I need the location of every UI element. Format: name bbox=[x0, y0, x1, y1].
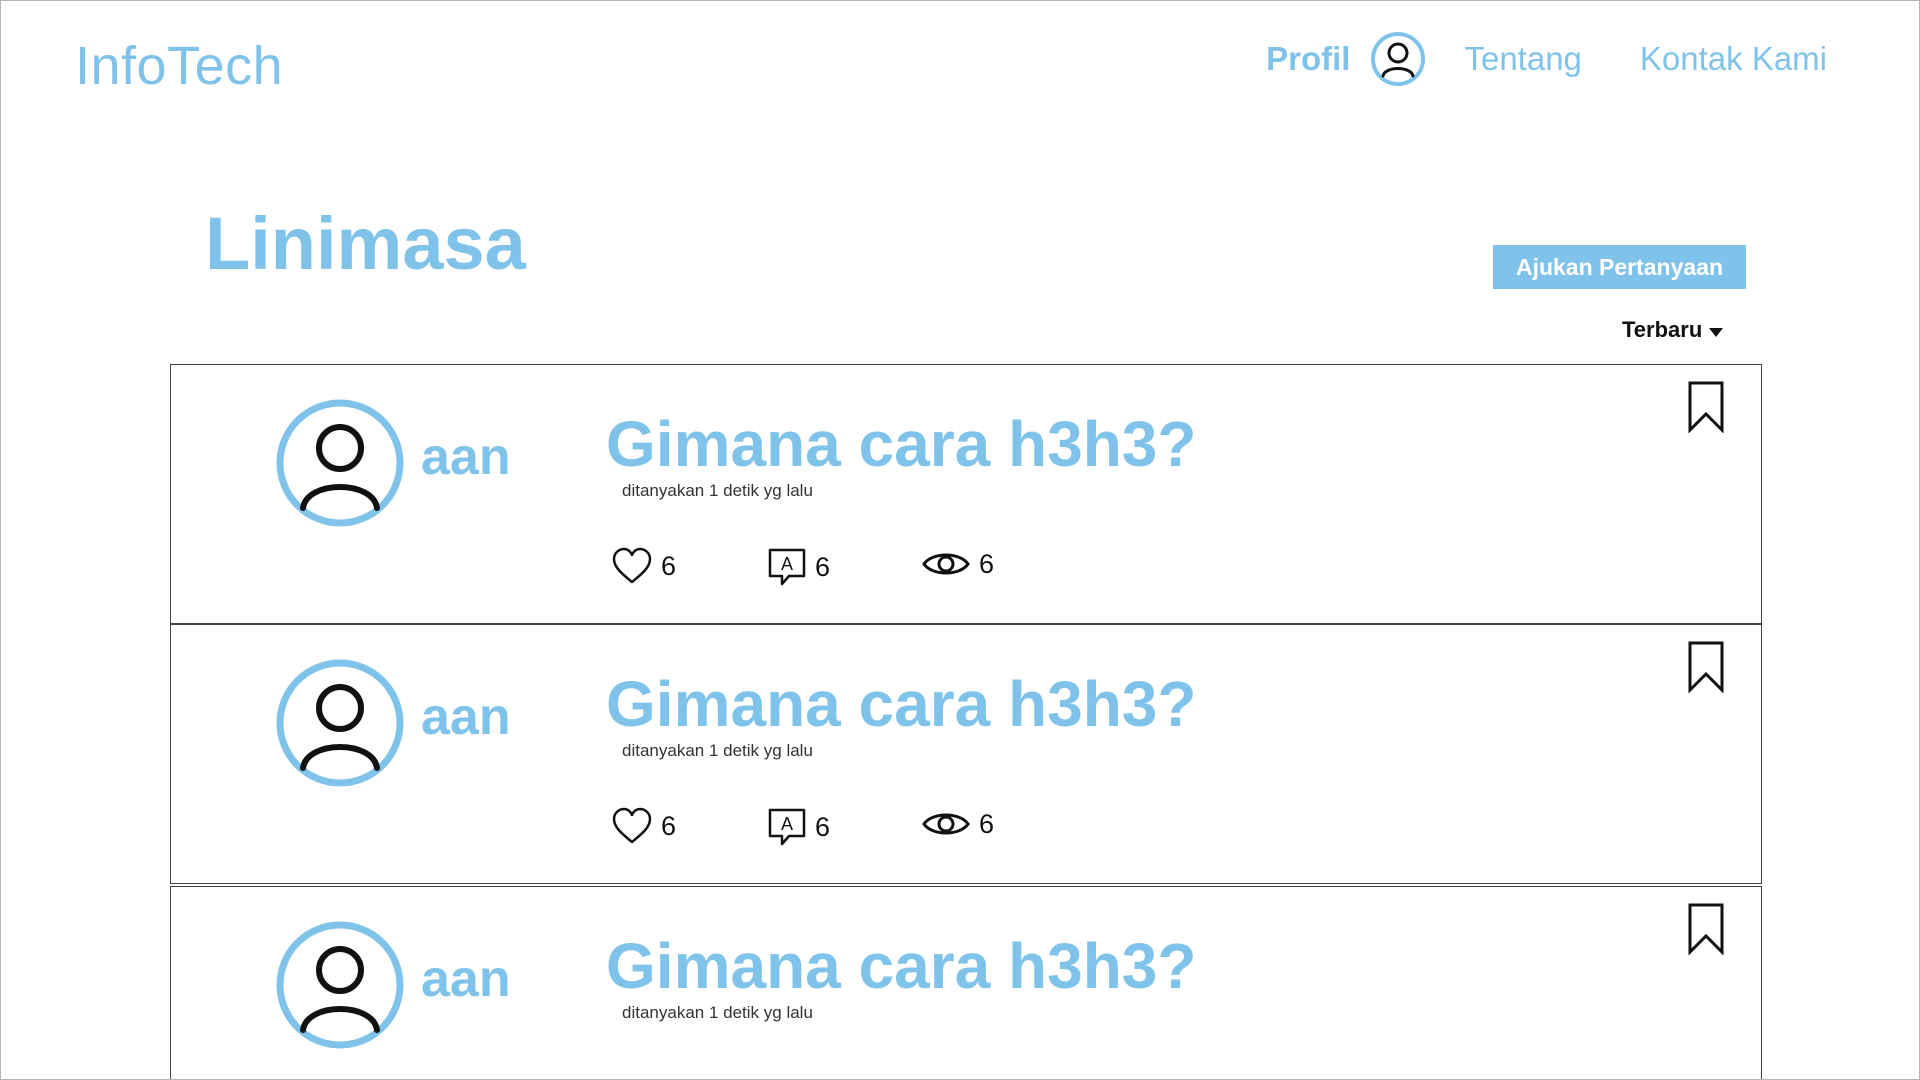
bookmark-icon[interactable] bbox=[1687, 903, 1725, 955]
bookmark-icon[interactable] bbox=[1687, 641, 1725, 693]
bookmark-icon[interactable] bbox=[1687, 381, 1725, 433]
page: InfoTech Profil Tentang Kontak Kami Lini… bbox=[0, 0, 1920, 1080]
author-name[interactable]: aan bbox=[421, 427, 511, 487]
question-card[interactable]: aan Gimana cara h3h3? ditanyakan 1 detik… bbox=[170, 886, 1762, 1079]
user-avatar-icon[interactable] bbox=[275, 398, 405, 528]
question-card[interactable]: aan Gimana cara h3h3? ditanyakan 1 detik… bbox=[170, 624, 1762, 884]
brand-logo[interactable]: InfoTech bbox=[75, 35, 283, 97]
heart-icon[interactable] bbox=[611, 807, 653, 845]
eye-icon bbox=[922, 553, 970, 575]
profile-avatar-icon[interactable] bbox=[1370, 31, 1426, 87]
like-stat[interactable]: 6 bbox=[611, 807, 676, 845]
svg-text:A: A bbox=[781, 554, 793, 574]
view-count: 6 bbox=[979, 808, 995, 839]
question-timestamp: ditanyakan 1 detik yg lalu bbox=[622, 1003, 813, 1022]
question-timestamp: ditanyakan 1 detik yg lalu bbox=[622, 481, 813, 500]
view-stat: 6 bbox=[921, 547, 994, 581]
answer-bubble-icon[interactable]: A bbox=[767, 807, 807, 847]
page-title: Linimasa bbox=[205, 202, 526, 285]
nav-profile[interactable]: Profil bbox=[1266, 31, 1464, 87]
caret-down-icon[interactable] bbox=[1709, 327, 1724, 337]
nav-profile-label[interactable]: Profil bbox=[1266, 40, 1350, 78]
question-title[interactable]: Gimana cara h3h3? bbox=[606, 929, 1196, 1003]
top-navigation: Profil Tentang Kontak Kami bbox=[1266, 31, 1827, 87]
sort-dropdown[interactable]: Terbaru bbox=[1622, 317, 1724, 343]
user-avatar-icon[interactable] bbox=[275, 658, 405, 788]
sort-label[interactable]: Terbaru bbox=[1622, 317, 1702, 343]
eye-icon bbox=[922, 813, 970, 835]
answer-stat[interactable]: A 6 bbox=[767, 807, 830, 847]
question-feed: aan Gimana cara h3h3? ditanyakan 1 detik… bbox=[170, 364, 1762, 1079]
ask-question-button[interactable]: Ajukan Pertanyaan bbox=[1493, 245, 1746, 289]
answer-count: 6 bbox=[815, 551, 831, 582]
question-title[interactable]: Gimana cara h3h3? bbox=[606, 407, 1196, 481]
question-title[interactable]: Gimana cara h3h3? bbox=[606, 667, 1196, 741]
author-name[interactable]: aan bbox=[421, 949, 511, 1009]
view-count: 6 bbox=[979, 548, 995, 579]
view-stat: 6 bbox=[921, 807, 994, 841]
like-count: 6 bbox=[661, 810, 677, 841]
heart-icon[interactable] bbox=[611, 547, 653, 585]
svg-text:A: A bbox=[781, 814, 793, 834]
like-count: 6 bbox=[661, 550, 677, 581]
author-name[interactable]: aan bbox=[421, 687, 511, 747]
like-stat[interactable]: 6 bbox=[611, 547, 676, 585]
user-avatar-icon[interactable] bbox=[275, 920, 405, 1050]
nav-contact-link[interactable]: Kontak Kami bbox=[1640, 40, 1827, 78]
nav-about-link[interactable]: Tentang bbox=[1464, 40, 1581, 78]
answer-count: 6 bbox=[815, 811, 831, 842]
answer-stat[interactable]: A 6 bbox=[767, 547, 830, 587]
question-timestamp: ditanyakan 1 detik yg lalu bbox=[622, 741, 813, 760]
answer-bubble-icon[interactable]: A bbox=[767, 547, 807, 587]
question-card[interactable]: aan Gimana cara h3h3? ditanyakan 1 detik… bbox=[170, 364, 1762, 624]
